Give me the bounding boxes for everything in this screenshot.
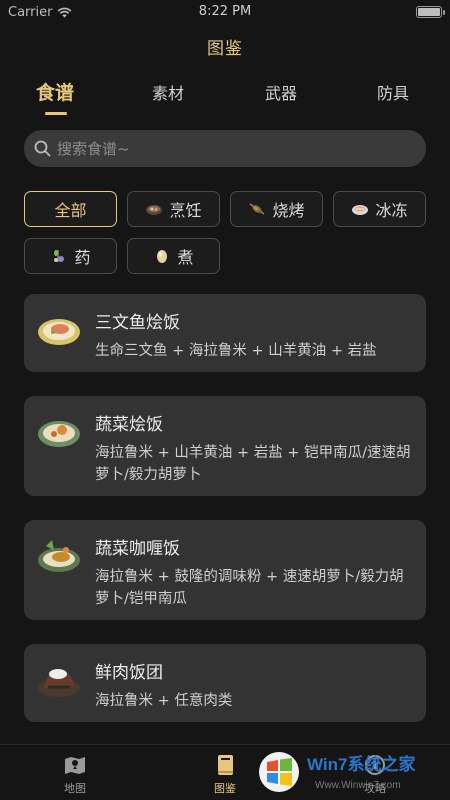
category-tabs: 食谱 素材 武器 防具	[0, 80, 450, 116]
tabbar-label: 地图	[64, 782, 86, 795]
filter-medicine[interactable]: 药	[24, 238, 117, 274]
tab-recipes[interactable]: 食谱	[36, 78, 74, 105]
recipe-card[interactable]: 鲜肉饭团 海拉鲁米 + 任意肉类	[24, 644, 426, 722]
map-icon	[65, 757, 85, 774]
pot-icon	[146, 205, 163, 215]
status-bar: Carrier	[0, 0, 450, 24]
filter-label: 冰冻	[375, 201, 408, 220]
recipe-name: 蔬菜烩饭	[95, 415, 163, 435]
filter-cooking[interactable]: 烹饪	[127, 191, 220, 227]
recipe-card[interactable]: 三文鱼烩饭 生命三文鱼 + 海拉鲁米 + 山羊黄油 + 岩盐	[24, 294, 426, 372]
recipe-name: 蔬菜咖喱饭	[95, 539, 180, 559]
skewer-icon	[250, 203, 265, 215]
filter-label: 全部	[54, 201, 87, 220]
recipe-ingredients: 生命三文鱼 + 海拉鲁米 + 山羊黄油 + 岩盐	[95, 343, 377, 359]
frozen-food-icon	[352, 205, 369, 215]
search-icon	[34, 140, 51, 157]
tabbar-codex[interactable]: 图鉴	[195, 753, 255, 796]
recipe-name: 鲜肉饭团	[95, 663, 163, 683]
search-bar[interactable]	[24, 130, 426, 167]
tab-armor[interactable]: 防具	[377, 80, 409, 104]
wifi-icon	[58, 7, 72, 17]
page-title: 图鉴	[207, 39, 243, 59]
search-input[interactable]	[57, 139, 397, 158]
recipe-card[interactable]: 蔬菜咖喱饭 海拉鲁米 + 鼓隆的调味粉 + 速速胡萝卜/毅力胡萝卜/铠甲南瓜	[24, 520, 426, 620]
herb-icon	[54, 250, 65, 262]
filter-frozen[interactable]: 冰冻	[333, 191, 426, 227]
recipe-ingredients: 海拉鲁米 + 鼓隆的调味粉 + 速速胡萝卜/毅力胡萝卜/铠甲南瓜	[95, 569, 404, 607]
recipe-ingredients: 海拉鲁米 + 任意肉类	[95, 693, 233, 709]
filter-label: 煮	[177, 248, 194, 267]
egg-icon	[157, 250, 168, 263]
battery-icon	[416, 6, 445, 18]
recipe-name: 三文鱼烩饭	[95, 313, 180, 333]
active-tab-indicator	[45, 112, 67, 115]
svg-text:Win7系统之家: Win7系统之家	[307, 754, 415, 774]
salmon-risotto-icon	[38, 319, 80, 345]
filter-label: 烹饪	[169, 201, 202, 220]
tab-weapons[interactable]: 武器	[265, 80, 297, 104]
recipe-ingredients: 海拉鲁米 + 山羊黄油 + 岩盐 + 铠甲南瓜/速速胡萝卜/毅力胡萝卜	[95, 445, 411, 483]
meat-rice-ball-icon	[38, 669, 80, 697]
book-icon	[218, 755, 233, 775]
watermark-logo: Win7系统之家 Www.Winwin7.com	[259, 752, 415, 792]
filter-all[interactable]: 全部	[24, 191, 117, 227]
vegetable-curry-icon	[38, 540, 80, 572]
recipe-card[interactable]: 蔬菜烩饭 海拉鲁米 + 山羊黄油 + 岩盐 + 铠甲南瓜/速速胡萝卜/毅力胡萝卜	[24, 396, 426, 496]
vegetable-risotto-icon	[38, 421, 80, 447]
filter-label: 烧烤	[272, 201, 305, 220]
tabbar-label: 图鉴	[214, 782, 236, 795]
carrier-label: Carrier	[8, 4, 53, 20]
filter-label: 药	[74, 248, 91, 267]
tab-materials[interactable]: 素材	[152, 80, 184, 104]
filter-grill[interactable]: 烧烤	[230, 191, 323, 227]
tabbar-map[interactable]: 地图	[45, 753, 105, 796]
status-left: Carrier	[8, 5, 72, 20]
filter-boil[interactable]: 煮	[127, 238, 220, 274]
svg-text:Www.Winwin7.com: Www.Winwin7.com	[315, 780, 401, 791]
